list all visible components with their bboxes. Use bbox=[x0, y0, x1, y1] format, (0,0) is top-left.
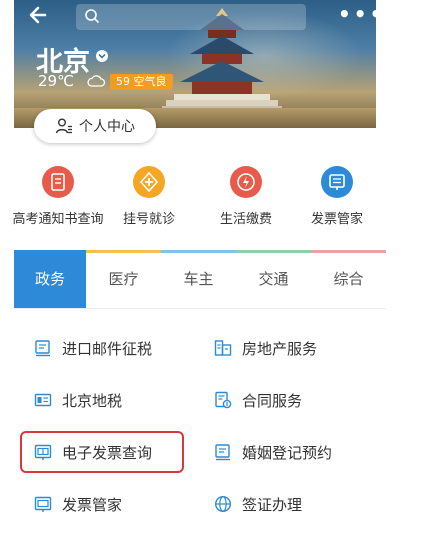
tab-car-owner[interactable]: 车主 bbox=[161, 250, 236, 308]
building-icon bbox=[214, 340, 232, 356]
tab-bar bbox=[236, 250, 311, 253]
air-quality-badge: 59 空气良 bbox=[110, 74, 173, 90]
document-icon bbox=[42, 166, 74, 198]
tab-label: 政务 bbox=[34, 270, 65, 288]
globe-icon bbox=[214, 495, 232, 513]
tab-label: 交通 bbox=[258, 270, 289, 288]
service-beijing-local-tax[interactable]: 北京地税 bbox=[34, 381, 122, 419]
tab-traffic[interactable]: 交通 bbox=[236, 250, 311, 308]
service-contract[interactable]: 合同服务 bbox=[214, 381, 302, 419]
contract-icon bbox=[215, 391, 232, 409]
service-label: 合同服务 bbox=[242, 391, 303, 410]
quick-services: 高考通知书查询 挂号就诊 生活缴费 发票管家 bbox=[0, 166, 438, 236]
invoice-icon bbox=[34, 496, 52, 512]
quick-label: 挂号就诊 bbox=[122, 212, 175, 227]
service-marriage-registration[interactable]: 婚姻登记预约 bbox=[214, 433, 332, 471]
search-icon bbox=[85, 9, 100, 24]
service-real-estate[interactable]: 房地产服务 bbox=[214, 329, 317, 367]
tab-medical[interactable]: 医疗 bbox=[86, 250, 161, 308]
tab-label: 车主 bbox=[183, 270, 214, 288]
service-visa[interactable]: 签证办理 bbox=[214, 485, 302, 523]
quick-label: 高考通知书查询 bbox=[12, 212, 104, 227]
quick-utility-payment[interactable]: 生活缴费 bbox=[196, 166, 296, 227]
quick-invoice-manager[interactable]: 发票管家 bbox=[287, 166, 387, 227]
tab-label: 综合 bbox=[333, 270, 364, 288]
tab-bar bbox=[161, 250, 236, 253]
tabs-divider bbox=[14, 308, 386, 309]
tab-label: 医疗 bbox=[108, 270, 139, 288]
search-input[interactable] bbox=[76, 4, 306, 30]
medical-cross-icon bbox=[133, 166, 165, 198]
user-list-icon bbox=[55, 118, 72, 134]
tab-bar bbox=[86, 250, 161, 253]
invoice-icon bbox=[321, 166, 353, 198]
tab-bar bbox=[311, 250, 386, 253]
tax-card-icon bbox=[34, 393, 52, 407]
more-menu-icon[interactable]: ••• bbox=[338, 4, 385, 24]
mail-tax-icon bbox=[35, 340, 50, 357]
service-import-mail-tax[interactable]: 进口邮件征税 bbox=[34, 329, 152, 367]
cloud-icon bbox=[87, 75, 106, 87]
service-label: 婚姻登记预约 bbox=[242, 443, 333, 462]
service-label: 签证办理 bbox=[242, 495, 303, 514]
back-arrow-icon[interactable] bbox=[26, 4, 50, 28]
service-label: 进口邮件征税 bbox=[62, 339, 153, 358]
quick-gaokao-notice[interactable]: 高考通知书查询 bbox=[8, 166, 108, 227]
e-invoice-icon bbox=[34, 444, 52, 460]
service-label: 北京地税 bbox=[62, 391, 123, 410]
marriage-doc-icon bbox=[215, 444, 230, 461]
service-e-invoice-query[interactable]: 电子发票查询 bbox=[34, 433, 152, 471]
service-invoice-manager[interactable]: 发票管家 bbox=[34, 485, 122, 523]
temperature: 29℃ bbox=[38, 72, 74, 90]
personal-center-label: 个人中心 bbox=[79, 119, 135, 135]
personal-center-button[interactable]: 个人中心 bbox=[34, 109, 156, 143]
quick-registration[interactable]: 挂号就诊 bbox=[99, 166, 199, 227]
flame-icon bbox=[230, 166, 262, 198]
service-label: 发票管家 bbox=[62, 495, 123, 514]
tab-general[interactable]: 综合 bbox=[311, 250, 386, 308]
service-label: 房地产服务 bbox=[242, 339, 318, 358]
tab-bar bbox=[14, 250, 86, 253]
quick-label: 生活缴费 bbox=[219, 212, 272, 227]
city-dropdown-chevron-icon[interactable] bbox=[96, 50, 108, 62]
category-tabs: 政务 医疗 车主 交通 综合 bbox=[14, 250, 386, 308]
quick-label: 发票管家 bbox=[310, 212, 363, 227]
tab-government[interactable]: 政务 bbox=[14, 250, 86, 308]
service-label: 电子发票查询 bbox=[62, 443, 153, 462]
